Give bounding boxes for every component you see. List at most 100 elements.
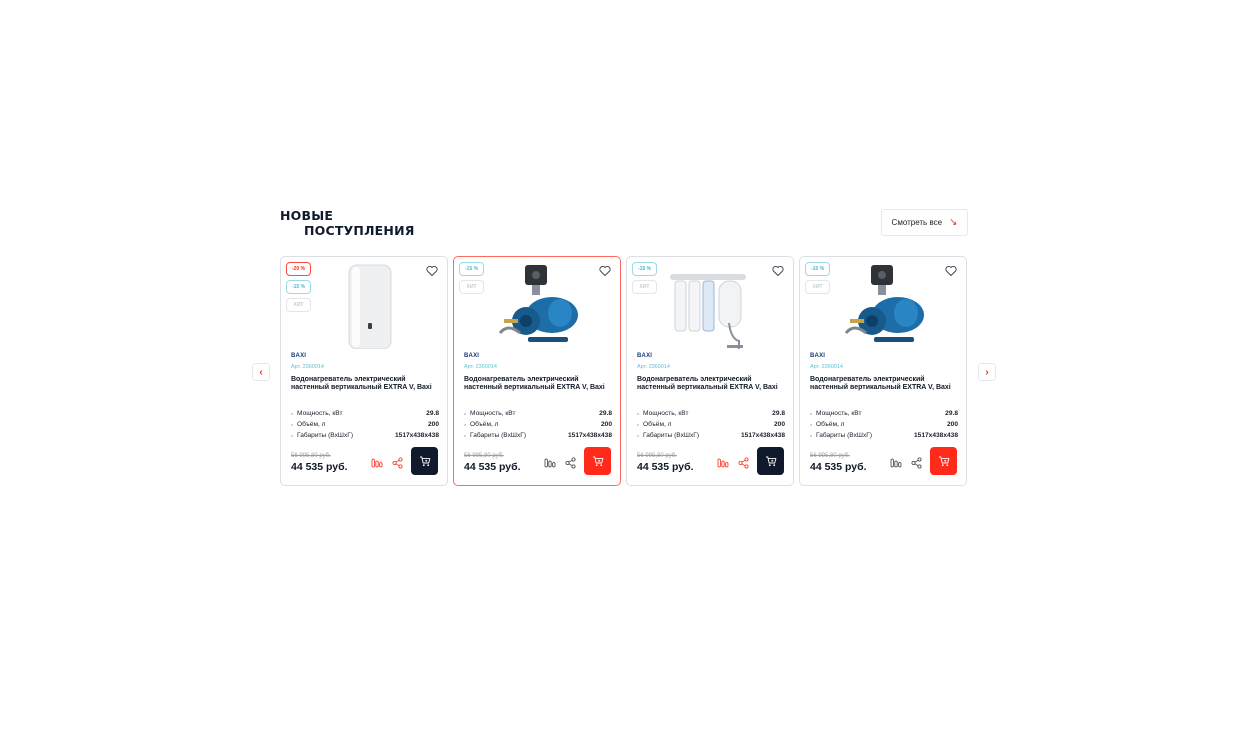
compare-icon[interactable] — [544, 456, 556, 468]
share-icon[interactable] — [911, 456, 922, 469]
spec-value: 1517x438x438 — [913, 432, 958, 439]
product-title[interactable]: Водонагреватель электрический настенный … — [291, 376, 441, 393]
product-sku: Арт. 2360014 — [464, 364, 497, 370]
discount-badge: ХИТ — [632, 280, 657, 294]
heart-icon[interactable] — [426, 264, 438, 276]
compare-icon[interactable] — [890, 456, 902, 468]
add-to-cart-button[interactable] — [584, 447, 611, 475]
spec-value: 29.8 — [945, 410, 958, 417]
heart-icon[interactable] — [772, 264, 784, 276]
brand-name: BAXI — [291, 353, 307, 359]
compare-icon[interactable] — [717, 456, 729, 468]
spec-value: 200 — [600, 421, 612, 428]
spec-row: Объём, л 200 — [637, 419, 785, 430]
spec-name: Объём, л — [637, 419, 672, 430]
spec-row: Габариты (ВхШхГ) 1517x438x438 — [637, 430, 785, 441]
chevron-left-icon: ‹ — [259, 366, 263, 378]
spec-value: 29.8 — [426, 410, 439, 417]
see-all-button[interactable]: Смотреть все ↘ — [881, 209, 968, 236]
product-sku: Арт. 2360014 — [291, 364, 324, 370]
spec-name: Объём, л — [810, 419, 845, 430]
product-card[interactable]: -15 % ХИТ BAXI Арт. 2360014 Водонагревате… — [453, 256, 621, 486]
product-image[interactable] — [840, 263, 930, 349]
add-to-cart-button[interactable] — [930, 447, 957, 475]
share-icon[interactable] — [738, 456, 749, 469]
discount-badge: -15 % — [632, 262, 657, 276]
product-image[interactable] — [494, 263, 584, 349]
brand-name: BAXI — [464, 353, 480, 359]
product-image[interactable] — [321, 263, 411, 349]
spec-row: Мощность, кВт 29.8 — [291, 408, 439, 419]
spec-value: 1517x438x438 — [567, 432, 612, 439]
section-title-line2: ПОСТУПЛЕНИЯ — [304, 223, 415, 238]
spec-list: Мощность, кВт 29.8 Объём, л 200 Габариты… — [464, 408, 612, 441]
badge-list: -15 % ХИТ — [632, 262, 657, 294]
spec-row: Габариты (ВхШхГ) 1517x438x438 — [810, 430, 958, 441]
spec-row: Мощность, кВт 29.8 — [464, 408, 612, 419]
spec-row: Габариты (ВхШхГ) 1517x438x438 — [464, 430, 612, 441]
old-price: 56 995,80 руб. — [464, 453, 504, 459]
spec-value: 1517x438x438 — [394, 432, 439, 439]
add-to-cart-button[interactable] — [411, 447, 438, 475]
old-price: 56 995,80 руб. — [810, 453, 850, 459]
cart-icon — [419, 455, 431, 467]
spec-list: Мощность, кВт 29.8 Объём, л 200 Габариты… — [810, 408, 958, 441]
spec-name: Габариты (ВхШхГ) — [810, 430, 872, 441]
compare-icon[interactable] — [371, 456, 383, 468]
discount-badge: -15 % — [286, 280, 311, 294]
spec-name: Габариты (ВхШхГ) — [637, 430, 699, 441]
section-title: НОВЫЕ ПОСТУПЛЕНИЯ — [280, 208, 415, 238]
product-card[interactable]: -20 % -15 % ХИТ BAXI Арт. 2360014 Водонагр… — [280, 256, 448, 486]
spec-name: Мощность, кВт — [464, 408, 515, 419]
spec-name: Объём, л — [464, 419, 499, 430]
brand-name: BAXI — [637, 353, 653, 359]
spec-value: 200 — [427, 421, 439, 428]
discount-badge: -15 % — [805, 262, 830, 276]
spec-name: Мощность, кВт — [637, 408, 688, 419]
cart-icon — [765, 455, 777, 467]
brand-name: BAXI — [810, 353, 826, 359]
spec-value: 29.8 — [599, 410, 612, 417]
product-title[interactable]: Водонагреватель электрический настенный … — [637, 376, 787, 393]
carousel-next-button[interactable]: › — [978, 363, 996, 381]
discount-badge: -15 % — [459, 262, 484, 276]
share-icon[interactable] — [565, 456, 576, 469]
old-price: 56 995,80 руб. — [637, 453, 677, 459]
spec-value: 200 — [946, 421, 958, 428]
current-price: 44 535 руб. — [464, 461, 521, 473]
carousel-prev-button[interactable]: ‹ — [252, 363, 270, 381]
section-title-line1: НОВЫЕ — [280, 208, 334, 223]
chevron-right-icon: › — [985, 366, 989, 378]
spec-name: Габариты (ВхШхГ) — [464, 430, 526, 441]
current-price: 44 535 руб. — [291, 461, 348, 473]
product-carousel: -20 % -15 % ХИТ BAXI Арт. 2360014 Водонагр… — [280, 256, 967, 486]
current-price: 44 535 руб. — [810, 461, 867, 473]
add-to-cart-button[interactable] — [757, 447, 784, 475]
see-all-label: Смотреть все — [891, 218, 943, 227]
old-price: 56 995,80 руб. — [291, 453, 331, 459]
spec-name: Мощность, кВт — [810, 408, 861, 419]
spec-row: Мощность, кВт 29.8 — [810, 408, 958, 419]
product-image[interactable] — [667, 263, 757, 349]
product-sku: Арт. 2360014 — [637, 364, 670, 370]
arrow-down-right-icon: ↘ — [949, 216, 958, 228]
badge-list: -20 % -15 % ХИТ — [286, 262, 311, 312]
product-title[interactable]: Водонагреватель электрический настенный … — [464, 376, 614, 393]
spec-name: Габариты (ВхШхГ) — [291, 430, 353, 441]
discount-badge: ХИТ — [459, 280, 484, 294]
spec-row: Объём, л 200 — [810, 419, 958, 430]
product-card[interactable]: -15 % ХИТ BAXI Арт. 2360014 Водонагревате… — [626, 256, 794, 486]
spec-value: 200 — [773, 421, 785, 428]
product-title[interactable]: Водонагреватель электрический настенный … — [810, 376, 960, 393]
heart-icon[interactable] — [599, 264, 611, 276]
current-price: 44 535 руб. — [637, 461, 694, 473]
share-icon[interactable] — [392, 456, 403, 469]
spec-name: Объём, л — [291, 419, 326, 430]
spec-list: Мощность, кВт 29.8 Объём, л 200 Габариты… — [637, 408, 785, 441]
product-card[interactable]: -15 % ХИТ BAXI Арт. 2360014 Водонагревате… — [799, 256, 967, 486]
spec-row: Объём, л 200 — [291, 419, 439, 430]
heart-icon[interactable] — [945, 264, 957, 276]
cart-icon — [938, 455, 950, 467]
spec-value: 29.8 — [772, 410, 785, 417]
spec-list: Мощность, кВт 29.8 Объём, л 200 Габариты… — [291, 408, 439, 441]
